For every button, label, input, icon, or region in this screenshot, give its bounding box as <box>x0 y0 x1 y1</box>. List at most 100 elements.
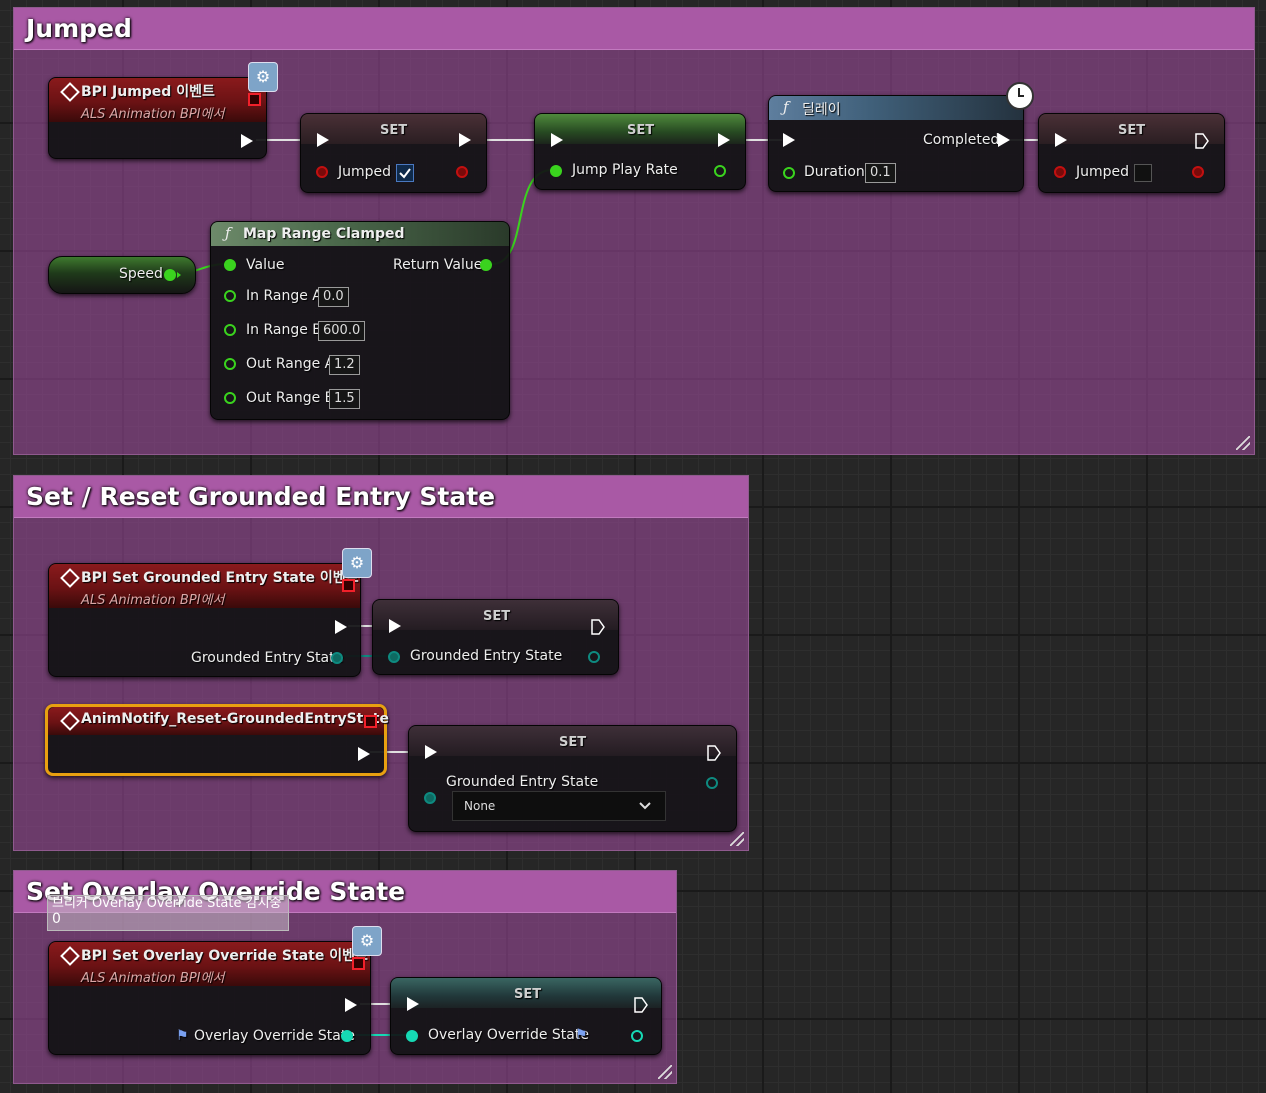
pin-label: Grounded Entry State <box>410 648 563 664</box>
exec-in-pin[interactable] <box>783 133 795 147</box>
event-node-bpi-set-overlay[interactable]: BPI Set Overlay Override State 이벤트 ALS A… <box>48 941 371 1055</box>
enum-in-pin[interactable] <box>424 792 436 804</box>
exec-out-pin[interactable] <box>459 133 471 147</box>
pin-label-in-range-b: In Range B <box>246 322 322 338</box>
pin-label-out-range-b: Out Range B <box>246 390 335 406</box>
delegate-pin[interactable] <box>352 957 365 970</box>
enum-type-icon: ⚑ <box>176 1028 189 1044</box>
exec-out-pin[interactable] <box>335 620 347 634</box>
float-out-pin[interactable] <box>164 269 176 281</box>
grounded-entry-state-dropdown[interactable]: None <box>452 791 666 821</box>
tooltip-line-1: 브리커 Overlay Override State 감시중 <box>52 896 282 911</box>
enum-type-icon: ⚑ <box>575 1027 588 1043</box>
float-out-pin[interactable] <box>714 165 726 177</box>
debug-watch-tooltip: 브리커 Overlay Override State 감시중 0 <box>47 895 289 931</box>
node-subtitle: ALS Animation BPI에서 <box>81 971 225 986</box>
exec-out-pin[interactable] <box>707 745 721 761</box>
node-title: SET <box>514 987 542 1002</box>
byte-in-pin[interactable] <box>406 1030 418 1042</box>
pin-label-value: Value <box>246 257 285 273</box>
interface-icon: ⚙ <box>342 548 372 578</box>
set-node-jumped-reset[interactable]: SET Jumped <box>1038 113 1225 193</box>
bool-in-pin[interactable] <box>1054 166 1066 178</box>
node-title: SET <box>559 735 587 750</box>
exec-in-pin[interactable] <box>1055 133 1067 147</box>
set-node-grounded-entry-state[interactable]: SET Grounded Entry State <box>372 599 619 675</box>
float-in-pin[interactable] <box>224 259 236 271</box>
event-node-animnotify-reset[interactable]: AnimNotify_Reset-GroundedEntryState <box>45 704 389 776</box>
pin-label-duration: Duration <box>804 164 865 180</box>
enum-in-pin[interactable] <box>388 651 400 663</box>
exec-out-pin[interactable] <box>345 998 357 1012</box>
bool-out-pin[interactable] <box>456 166 468 178</box>
pin-label: Jumped <box>1076 164 1130 180</box>
map-range-clamped-node[interactable]: ƒ Map Range Clamped Value Return Value I… <box>210 221 510 420</box>
duration-input[interactable]: 0.1 <box>865 163 896 183</box>
event-node-bpi-set-grounded[interactable]: BPI Set Grounded Entry State 이벤트 ALS Ani… <box>48 563 361 677</box>
byte-out-pin[interactable] <box>631 1030 643 1042</box>
exec-in-pin[interactable] <box>551 133 563 147</box>
pin-label-completed: Completed <box>923 132 1000 148</box>
float-out-pin[interactable] <box>480 259 492 271</box>
delegate-pin[interactable] <box>364 715 377 728</box>
out-range-b-input[interactable]: 1.5 <box>329 389 360 409</box>
enum-out-pin[interactable] <box>331 652 343 664</box>
node-title: Map Range Clamped <box>243 226 405 242</box>
node-title: SET <box>380 123 408 138</box>
pin-label: Grounded Entry State <box>191 650 344 666</box>
chevron-down-icon <box>639 802 651 810</box>
delegate-pin[interactable] <box>248 93 261 106</box>
float-in-pin[interactable] <box>224 290 236 302</box>
pin-label: Jump Play Rate <box>572 162 678 178</box>
exec-in-pin[interactable] <box>425 745 437 759</box>
exec-out-pin[interactable] <box>998 133 1010 147</box>
bool-out-pin[interactable] <box>1192 166 1204 178</box>
in-range-a-input[interactable]: 0.0 <box>318 287 349 307</box>
exec-out-pin[interactable] <box>241 134 253 148</box>
exec-out-pin[interactable] <box>1195 133 1209 149</box>
float-in-pin[interactable] <box>224 392 236 404</box>
set-node-overlay-override-state[interactable]: SET Overlay Override State ⚑ <box>390 977 662 1055</box>
node-subtitle: ALS Animation BPI에서 <box>81 593 225 608</box>
node-title: BPI Set Grounded Entry State 이벤트 <box>81 570 359 586</box>
node-title: SET <box>483 609 511 624</box>
enum-out-pin[interactable] <box>706 777 718 789</box>
out-range-a-input[interactable]: 1.2 <box>329 355 360 375</box>
set-node-jump-play-rate[interactable]: SET Jump Play Rate <box>534 113 746 190</box>
exec-in-pin[interactable] <box>389 619 401 633</box>
clock-icon <box>1006 82 1034 110</box>
float-in-pin[interactable] <box>550 165 562 177</box>
delay-node[interactable]: ƒ 딜레이 Completed Duration 0.1 <box>768 95 1024 192</box>
bool-in-pin[interactable] <box>316 166 328 178</box>
pin-label-in-range-a: In Range A <box>246 288 322 304</box>
exec-out-pin[interactable] <box>358 747 370 761</box>
jumped-checkbox[interactable] <box>1134 164 1152 182</box>
node-title: BPI Set Overlay Override State 이벤트 <box>81 948 368 964</box>
set-node-jumped[interactable]: SET Jumped <box>300 113 487 193</box>
exec-out-pin[interactable] <box>634 997 648 1013</box>
enum-out-pin[interactable] <box>588 651 600 663</box>
dropdown-value: None <box>464 799 496 813</box>
node-title: SET <box>1118 123 1146 138</box>
speed-getter-node[interactable]: Speed <box>48 256 196 294</box>
exec-out-pin[interactable] <box>718 133 730 147</box>
node-title: AnimNotify_Reset-GroundedEntryState <box>81 711 389 727</box>
exec-out-pin[interactable] <box>591 619 605 635</box>
in-range-b-input[interactable]: 600.0 <box>318 321 366 341</box>
float-in-pin[interactable] <box>783 167 795 179</box>
float-in-pin[interactable] <box>224 358 236 370</box>
set-node-grounded-entry-state-reset[interactable]: SET Grounded Entry State None <box>408 725 737 832</box>
speed-label: Speed <box>119 266 163 282</box>
event-node-bpi-jumped[interactable]: BPI Jumped 이벤트 ALS Animation BPI에서 <box>48 77 267 159</box>
byte-out-pin[interactable] <box>341 1030 353 1042</box>
delegate-pin[interactable] <box>342 579 355 592</box>
pin-label: Overlay Override State <box>428 1027 589 1043</box>
node-title: 딜레이 <box>802 102 841 118</box>
tooltip-line-2: 0 <box>52 911 61 927</box>
jumped-checkbox[interactable] <box>396 164 414 182</box>
pin-label-out-range-a: Out Range A <box>246 356 335 372</box>
float-in-pin[interactable] <box>224 324 236 336</box>
check-icon <box>399 168 411 179</box>
exec-in-pin[interactable] <box>407 997 419 1011</box>
exec-in-pin[interactable] <box>317 133 329 147</box>
